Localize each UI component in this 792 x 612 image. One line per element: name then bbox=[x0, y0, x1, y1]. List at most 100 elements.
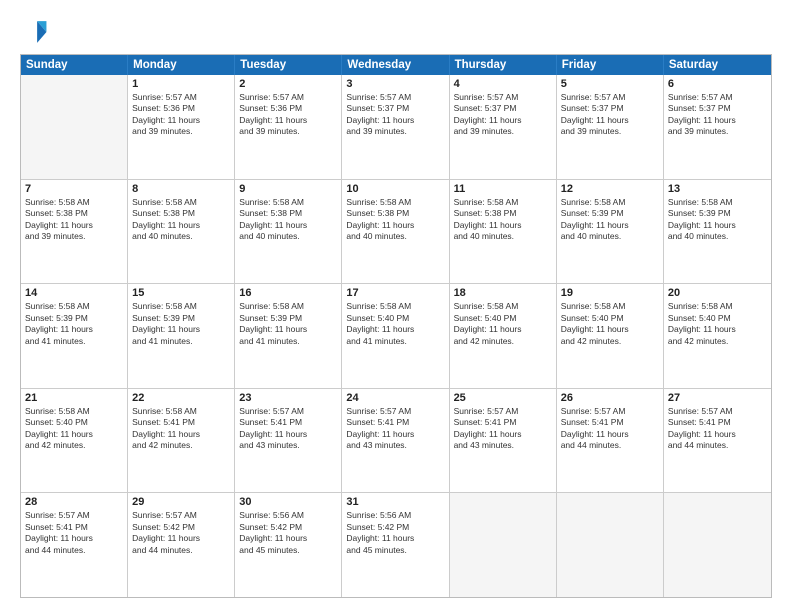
day-number: 11 bbox=[454, 183, 552, 195]
cal-cell-6: 6Sunrise: 5:57 AM Sunset: 5:37 PM Daylig… bbox=[664, 75, 771, 179]
header-cell-sunday: Sunday bbox=[21, 55, 128, 75]
day-info: Sunrise: 5:57 AM Sunset: 5:41 PM Dayligh… bbox=[25, 510, 123, 556]
day-number: 19 bbox=[561, 287, 659, 299]
cal-cell-29: 29 Sunrise: 5:57 AM Sunset: 5:42 PM Dayli… bbox=[128, 493, 235, 597]
day-number: 16 bbox=[239, 287, 337, 299]
page: SundayMondayTuesdayWednesdayThursdayFrid… bbox=[0, 0, 792, 612]
day-number: 20 bbox=[668, 287, 767, 299]
day-number: 27 bbox=[668, 392, 767, 404]
day-info: Sunrise: 5:58 AM Sunset: 5:39 PM Dayligh… bbox=[668, 197, 767, 243]
day-info: Sunrise: 5:58 AM Sunset: 5:39 PM Dayligh… bbox=[239, 301, 337, 347]
day-number: 15 bbox=[132, 287, 230, 299]
day-info: Sunrise: 5:57 AM Sunset: 5:36 PM Dayligh… bbox=[132, 92, 230, 138]
cal-cell-12: 12 Sunrise: 5:58 AM Sunset: 5:39 PM Dayli… bbox=[557, 180, 664, 284]
day-number: 5 bbox=[561, 78, 659, 90]
day-info: Sunrise: 5:58 AM Sunset: 5:38 PM Dayligh… bbox=[132, 197, 230, 243]
cal-cell-27: 27 Sunrise: 5:57 AM Sunset: 5:41 PM Dayli… bbox=[664, 389, 771, 493]
header-cell-thursday: Thursday bbox=[450, 55, 557, 75]
day-number: 6 bbox=[668, 78, 767, 90]
day-number: 29 bbox=[132, 496, 230, 508]
day-info: Sunrise: 5:58 AM Sunset: 5:40 PM Dayligh… bbox=[668, 301, 767, 347]
cal-cell-23: 23 Sunrise: 5:57 AM Sunset: 5:41 PM Dayli… bbox=[235, 389, 342, 493]
day-info: Sunrise: 5:57 AM Sunset: 5:41 PM Dayligh… bbox=[561, 406, 659, 452]
day-info: Sunrise: 5:58 AM Sunset: 5:38 PM Dayligh… bbox=[454, 197, 552, 243]
day-number: 28 bbox=[25, 496, 123, 508]
day-info: Sunrise: 5:57 AM Sunset: 5:41 PM Dayligh… bbox=[454, 406, 552, 452]
header-cell-monday: Monday bbox=[128, 55, 235, 75]
day-info: Sunrise: 5:58 AM Sunset: 5:41 PM Dayligh… bbox=[132, 406, 230, 452]
day-number: 21 bbox=[25, 392, 123, 404]
cal-cell-5: 5Sunrise: 5:57 AM Sunset: 5:37 PM Daylig… bbox=[557, 75, 664, 179]
cal-cell-1: 1 Sunrise: 5:57 AM Sunset: 5:36 PM Daylig… bbox=[128, 75, 235, 179]
day-number: 26 bbox=[561, 392, 659, 404]
day-info: Sunrise: 5:58 AM Sunset: 5:40 PM Dayligh… bbox=[346, 301, 444, 347]
cal-cell-empty-0 bbox=[21, 75, 128, 179]
cal-cell-7: 7 Sunrise: 5:58 AM Sunset: 5:38 PM Daylig… bbox=[21, 180, 128, 284]
logo-icon bbox=[20, 18, 48, 46]
week-row-4: 21 Sunrise: 5:58 AM Sunset: 5:40 PM Dayli… bbox=[21, 388, 771, 493]
day-number: 10 bbox=[346, 183, 444, 195]
day-number: 3 bbox=[346, 78, 444, 90]
cal-cell-8: 8 Sunrise: 5:58 AM Sunset: 5:38 PM Daylig… bbox=[128, 180, 235, 284]
header-cell-wednesday: Wednesday bbox=[342, 55, 449, 75]
cal-cell-26: 26 Sunrise: 5:57 AM Sunset: 5:41 PM Dayli… bbox=[557, 389, 664, 493]
day-number: 14 bbox=[25, 287, 123, 299]
day-number: 12 bbox=[561, 183, 659, 195]
day-info: Sunrise: 5:58 AM Sunset: 5:39 PM Dayligh… bbox=[132, 301, 230, 347]
day-info: Sunrise: 5:57 AM Sunset: 5:42 PM Dayligh… bbox=[132, 510, 230, 556]
cal-cell-9: 9Sunrise: 5:58 AM Sunset: 5:38 PM Daylig… bbox=[235, 180, 342, 284]
cal-cell-14: 14 Sunrise: 5:58 AM Sunset: 5:39 PM Dayli… bbox=[21, 284, 128, 388]
day-info: Sunrise: 5:57 AM Sunset: 5:41 PM Dayligh… bbox=[668, 406, 767, 452]
day-number: 8 bbox=[132, 183, 230, 195]
day-number: 30 bbox=[239, 496, 337, 508]
week-row-1: 1 Sunrise: 5:57 AM Sunset: 5:36 PM Daylig… bbox=[21, 75, 771, 179]
cal-cell-10: 10 Sunrise: 5:58 AM Sunset: 5:38 PM Dayli… bbox=[342, 180, 449, 284]
day-info: Sunrise: 5:57 AM Sunset: 5:41 PM Dayligh… bbox=[239, 406, 337, 452]
cal-cell-15: 15 Sunrise: 5:58 AM Sunset: 5:39 PM Dayli… bbox=[128, 284, 235, 388]
day-info: Sunrise: 5:58 AM Sunset: 5:40 PM Dayligh… bbox=[454, 301, 552, 347]
cal-cell-18: 18 Sunrise: 5:58 AM Sunset: 5:40 PM Dayli… bbox=[450, 284, 557, 388]
cal-cell-16: 16 Sunrise: 5:58 AM Sunset: 5:39 PM Dayli… bbox=[235, 284, 342, 388]
day-number: 1 bbox=[132, 78, 230, 90]
day-number: 25 bbox=[454, 392, 552, 404]
cal-cell-20: 20 Sunrise: 5:58 AM Sunset: 5:40 PM Dayli… bbox=[664, 284, 771, 388]
calendar: SundayMondayTuesdayWednesdayThursdayFrid… bbox=[20, 54, 772, 598]
day-number: 18 bbox=[454, 287, 552, 299]
cal-cell-11: 11 Sunrise: 5:58 AM Sunset: 5:38 PM Dayli… bbox=[450, 180, 557, 284]
header-cell-tuesday: Tuesday bbox=[235, 55, 342, 75]
day-number: 31 bbox=[346, 496, 444, 508]
cal-cell-13: 13Sunrise: 5:58 AM Sunset: 5:39 PM Dayli… bbox=[664, 180, 771, 284]
week-row-2: 7 Sunrise: 5:58 AM Sunset: 5:38 PM Daylig… bbox=[21, 179, 771, 284]
cal-cell-25: 25 Sunrise: 5:57 AM Sunset: 5:41 PM Dayli… bbox=[450, 389, 557, 493]
cal-cell-17: 17 Sunrise: 5:58 AM Sunset: 5:40 PM Dayli… bbox=[342, 284, 449, 388]
logo bbox=[20, 18, 52, 46]
day-number: 2 bbox=[239, 78, 337, 90]
header bbox=[20, 18, 772, 46]
day-info: Sunrise: 5:58 AM Sunset: 5:40 PM Dayligh… bbox=[561, 301, 659, 347]
day-info: Sunrise: 5:58 AM Sunset: 5:39 PM Dayligh… bbox=[561, 197, 659, 243]
header-cell-saturday: Saturday bbox=[664, 55, 771, 75]
day-info: Sunrise: 5:57 AM Sunset: 5:36 PM Dayligh… bbox=[239, 92, 337, 138]
week-row-5: 28 Sunrise: 5:57 AM Sunset: 5:41 PM Dayli… bbox=[21, 492, 771, 597]
day-number: 4 bbox=[454, 78, 552, 90]
cal-cell-31: 31Sunrise: 5:56 AM Sunset: 5:42 PM Dayli… bbox=[342, 493, 449, 597]
day-number: 22 bbox=[132, 392, 230, 404]
cal-cell-empty-4 bbox=[450, 493, 557, 597]
calendar-header: SundayMondayTuesdayWednesdayThursdayFrid… bbox=[21, 55, 771, 75]
day-number: 23 bbox=[239, 392, 337, 404]
cal-cell-24: 24Sunrise: 5:57 AM Sunset: 5:41 PM Dayli… bbox=[342, 389, 449, 493]
calendar-body: 1 Sunrise: 5:57 AM Sunset: 5:36 PM Daylig… bbox=[21, 75, 771, 597]
cal-cell-28: 28 Sunrise: 5:57 AM Sunset: 5:41 PM Dayli… bbox=[21, 493, 128, 597]
day-info: Sunrise: 5:58 AM Sunset: 5:38 PM Dayligh… bbox=[346, 197, 444, 243]
day-info: Sunrise: 5:58 AM Sunset: 5:40 PM Dayligh… bbox=[25, 406, 123, 452]
day-info: Sunrise: 5:58 AM Sunset: 5:39 PM Dayligh… bbox=[25, 301, 123, 347]
day-info: Sunrise: 5:58 AM Sunset: 5:38 PM Dayligh… bbox=[239, 197, 337, 243]
cal-cell-21: 21 Sunrise: 5:58 AM Sunset: 5:40 PM Dayli… bbox=[21, 389, 128, 493]
day-info: Sunrise: 5:57 AM Sunset: 5:37 PM Dayligh… bbox=[454, 92, 552, 138]
day-info: Sunrise: 5:58 AM Sunset: 5:38 PM Dayligh… bbox=[25, 197, 123, 243]
cal-cell-22: 22 Sunrise: 5:58 AM Sunset: 5:41 PM Dayli… bbox=[128, 389, 235, 493]
cal-cell-3: 3Sunrise: 5:57 AM Sunset: 5:37 PM Daylig… bbox=[342, 75, 449, 179]
day-number: 17 bbox=[346, 287, 444, 299]
day-number: 24 bbox=[346, 392, 444, 404]
day-number: 7 bbox=[25, 183, 123, 195]
